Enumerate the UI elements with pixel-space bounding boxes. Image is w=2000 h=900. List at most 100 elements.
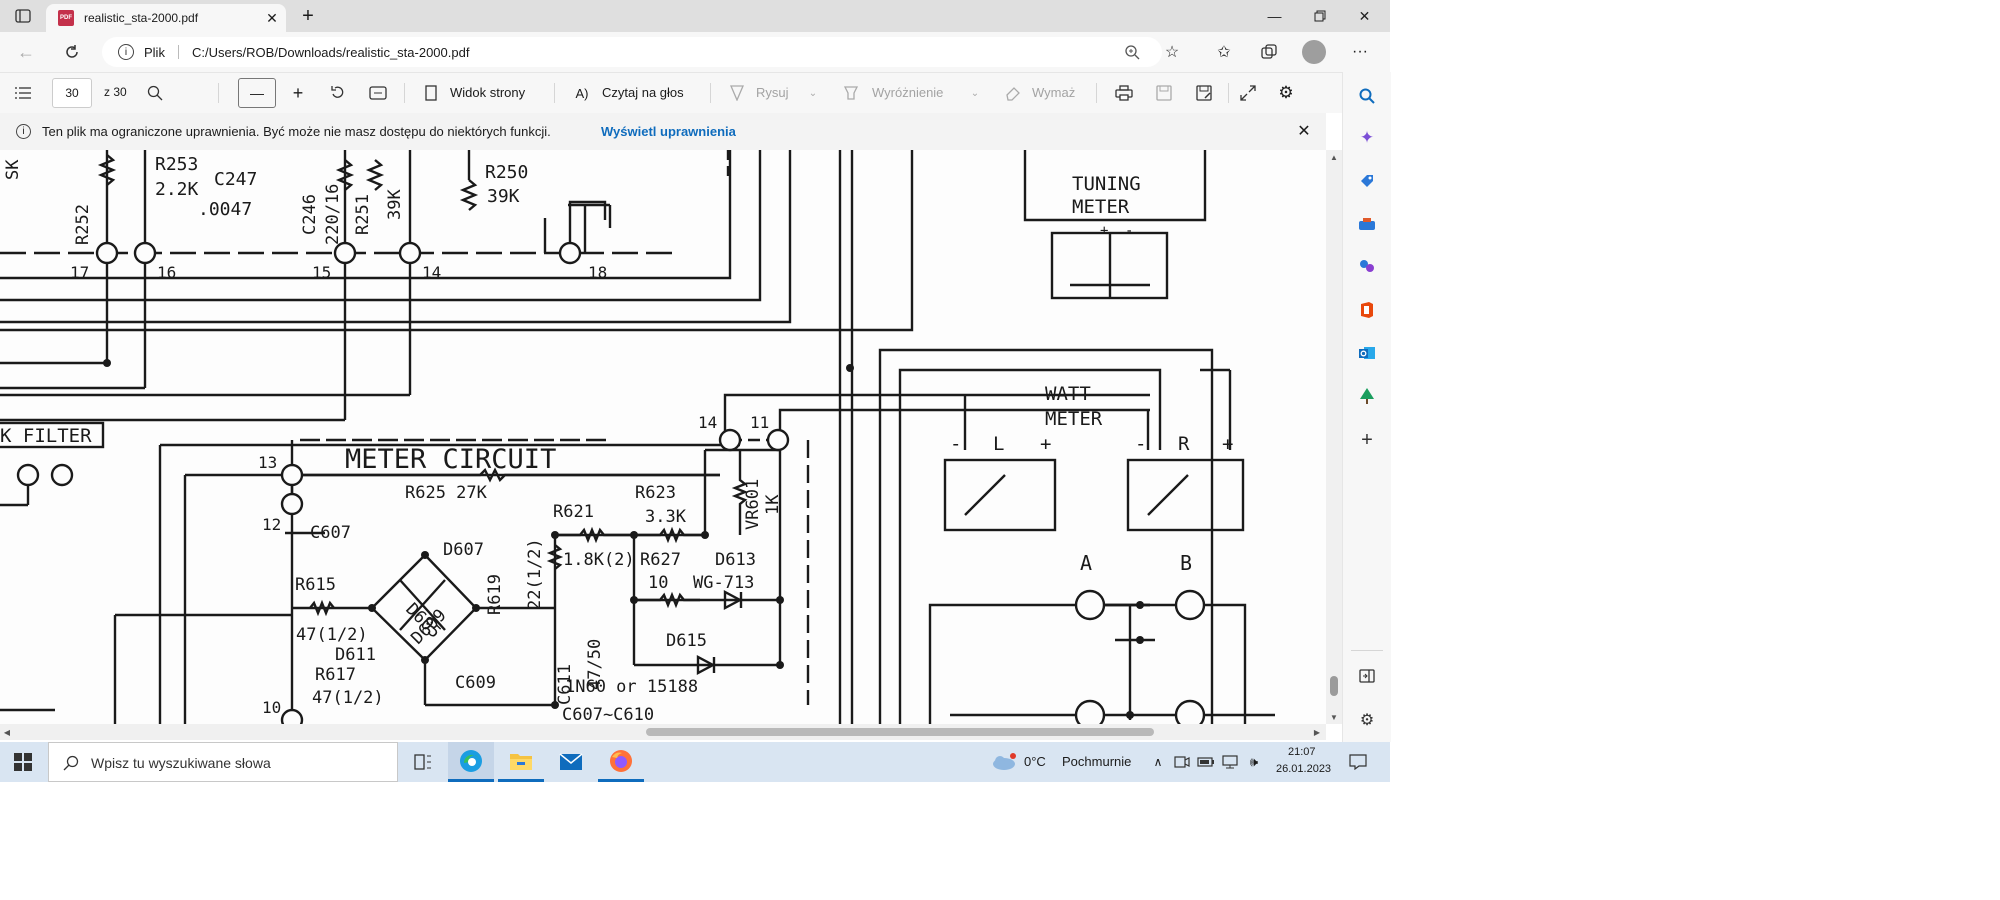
pdf-settings-icon[interactable]: ⚙ (1274, 81, 1298, 105)
volume-icon[interactable]: 🕪 (1244, 752, 1264, 772)
show-hidden-icons-icon[interactable]: ∧ (1148, 752, 1168, 772)
fit-page-icon[interactable] (366, 81, 390, 105)
zoom-icon[interactable] (1122, 42, 1142, 62)
clock-time[interactable]: 21:07 (1288, 746, 1316, 758)
network-icon[interactable] (1220, 752, 1240, 772)
save-as-icon[interactable] (1192, 81, 1216, 105)
scroll-left-icon[interactable]: ◀ (0, 724, 14, 740)
view-permissions-link[interactable]: Wyświetl uprawnienia (601, 124, 736, 139)
taskbar-search-box[interactable]: Wpisz tu wyszukiwane słowa (48, 742, 398, 782)
print-icon[interactable] (1112, 81, 1136, 105)
draw-icon[interactable] (728, 83, 746, 103)
address-field[interactable]: i Plik C:/Users/ROB/Downloads/realistic_… (102, 37, 1162, 67)
label-r250-val: 39K (487, 186, 520, 207)
taskbar-edge-icon[interactable] (448, 742, 494, 782)
office-icon[interactable] (1355, 298, 1379, 322)
scroll-up-icon[interactable]: ▲ (1326, 150, 1342, 164)
label-r252: R252 (73, 204, 93, 245)
page-number-input[interactable]: 30 (52, 78, 92, 108)
label-c247: C247 (214, 169, 257, 190)
taskbar-firefox-icon[interactable] (598, 742, 644, 782)
read-aloud-button[interactable]: Czytaj na głos (602, 85, 684, 100)
notifications-icon[interactable] (1346, 752, 1370, 772)
read-aloud-icon[interactable]: A) (572, 83, 592, 103)
scroll-right-icon[interactable]: ▶ (1310, 724, 1324, 740)
fullscreen-icon[interactable] (1236, 81, 1260, 105)
copilot-icon[interactable]: ✦ (1355, 126, 1379, 150)
clock-date[interactable]: 26.01.2023 (1276, 763, 1331, 775)
tab-active[interactable]: PDF realistic_sta-2000.pdf ✕ (46, 4, 286, 32)
rotate-icon[interactable] (326, 81, 350, 105)
games-icon[interactable] (1355, 255, 1379, 279)
highlight-button[interactable]: Wyróżnienie (872, 85, 943, 100)
label-d613: D613 (715, 550, 756, 570)
eraser-icon[interactable] (1004, 83, 1022, 103)
profile-avatar[interactable] (1302, 40, 1326, 64)
outlook-icon[interactable] (1355, 341, 1379, 365)
tab-close-icon[interactable]: ✕ (262, 8, 282, 28)
meet-icon[interactable] (1172, 752, 1192, 772)
search-icon[interactable] (144, 83, 166, 103)
weather-desc[interactable]: Pochmurnie (1062, 754, 1131, 769)
add-sidebar-app-icon[interactable]: + (1355, 428, 1379, 452)
minimize-icon[interactable]: — (1252, 0, 1297, 32)
battery-icon[interactable] (1196, 752, 1216, 772)
task-view-icon[interactable] (400, 742, 446, 782)
vertical-scrollbar[interactable]: ▲ ▼ (1326, 150, 1342, 724)
weather-temp[interactable]: 0°C (1024, 754, 1046, 769)
address-bar-row: ← i Plik C:/Users/ROB/Downloads/realisti… (0, 32, 1390, 72)
more-menu-icon[interactable]: ··· (1348, 40, 1372, 64)
label-d611: D611 (335, 645, 376, 665)
address-scheme: Plik (144, 45, 165, 60)
scroll-down-icon[interactable]: ▼ (1326, 710, 1342, 724)
tab-actions-icon[interactable] (8, 4, 38, 28)
address-url[interactable]: C:/Users/ROB/Downloads/realistic_sta-200… (192, 45, 469, 60)
favorites-icon[interactable]: ✩ (1212, 40, 1236, 64)
restore-icon[interactable] (1297, 0, 1342, 32)
new-tab-icon[interactable]: + (294, 4, 322, 28)
label-r253-val: 2.2K (155, 179, 199, 200)
save-icon[interactable] (1152, 81, 1176, 105)
zoom-out-button[interactable]: — (238, 78, 276, 108)
label-r251: R251 (353, 194, 373, 235)
draw-button[interactable]: Rysuj (756, 85, 789, 100)
sidebar-settings-icon[interactable]: ⚙ (1355, 708, 1379, 732)
refresh-icon[interactable] (58, 40, 86, 64)
highlight-icon[interactable] (842, 83, 860, 103)
info-icon[interactable]: i (118, 44, 134, 60)
back-icon[interactable]: ← (12, 40, 40, 64)
label-r621: R621 (553, 502, 594, 522)
label-r623-val: 3.3K (645, 507, 687, 527)
zoom-in-button[interactable]: + (286, 81, 310, 105)
infobar-close-icon[interactable]: ✕ (1294, 121, 1314, 141)
weather-cloud-icon[interactable] (990, 752, 1018, 772)
label-tuning: TUNING (1072, 173, 1141, 195)
hide-sidebar-icon[interactable] (1355, 664, 1379, 688)
pdf-toolbar: 30 z 30 — + Widok strony A) Czytaj na gł… (0, 72, 1390, 113)
label-c609: C609 (455, 673, 496, 693)
page-view-button[interactable]: Widok strony (450, 85, 525, 100)
label-sk: SK (3, 159, 23, 180)
search-icon[interactable] (1355, 84, 1379, 108)
collections-icon[interactable] (1257, 40, 1281, 64)
highlight-chevron-down-icon[interactable]: ⌄ (968, 83, 982, 103)
taskbar-explorer-icon[interactable] (498, 742, 544, 782)
tree-icon[interactable] (1355, 384, 1379, 408)
label-meter-circuit: METER CIRCUIT (345, 444, 556, 475)
start-icon[interactable] (0, 742, 46, 782)
contents-icon[interactable] (12, 83, 34, 103)
horizontal-scrollbar[interactable]: ◀ ▶ (0, 724, 1326, 740)
page-view-icon[interactable] (422, 83, 440, 103)
taskbar-mail-icon[interactable] (548, 742, 594, 782)
shopping-icon[interactable] (1355, 169, 1379, 193)
toolbar-divider (1096, 83, 1097, 103)
pdf-page-view[interactable]: R253 2.2K C247 .0047 R250 39K 17 16 15 1… (0, 150, 1326, 724)
vertical-scroll-thumb[interactable] (1330, 676, 1338, 696)
favorite-add-icon[interactable]: ☆ (1160, 40, 1184, 64)
horizontal-scroll-thumb[interactable] (646, 728, 1154, 736)
close-window-icon[interactable]: ✕ (1342, 0, 1387, 32)
label-r615-val: 47(1/2) (296, 625, 368, 645)
erase-button[interactable]: Wymaż (1032, 85, 1075, 100)
draw-chevron-down-icon[interactable]: ⌄ (806, 83, 820, 103)
tools-icon[interactable] (1355, 212, 1379, 236)
